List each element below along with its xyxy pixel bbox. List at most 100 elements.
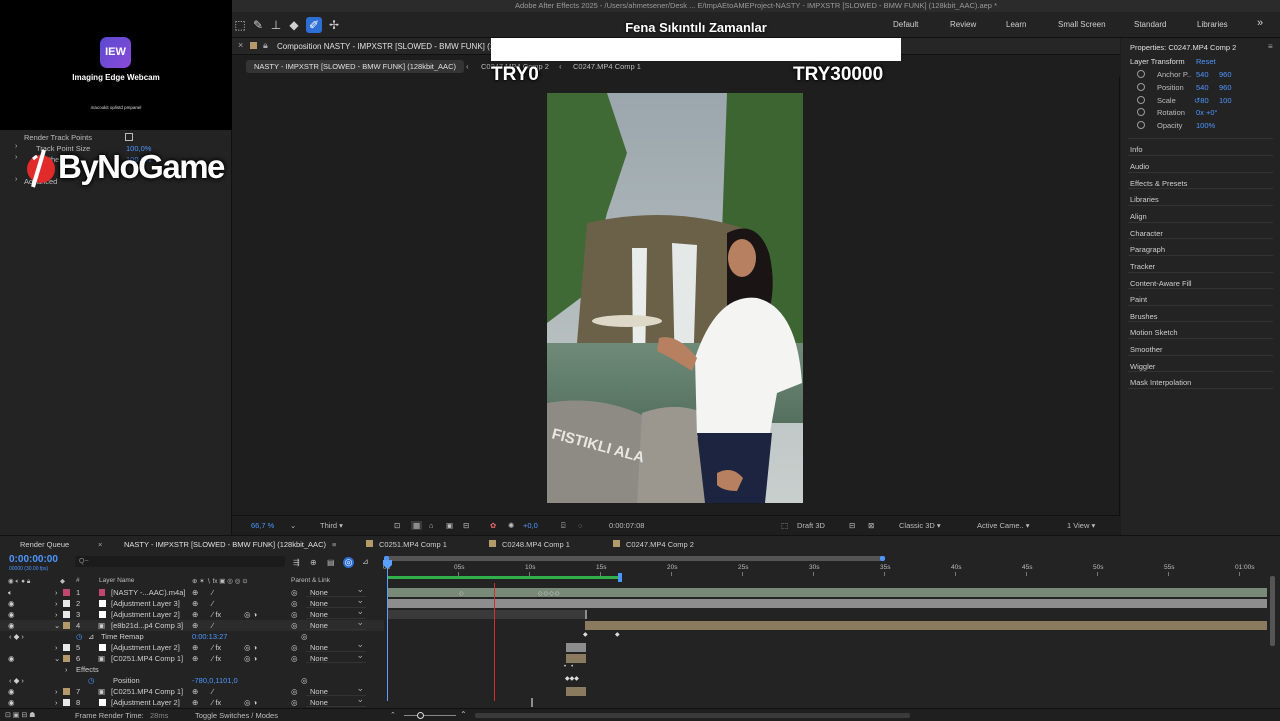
pickwhip-icon[interactable]: ◎ [291,621,298,630]
workspace-learn[interactable]: Learn [1006,20,1026,29]
draft-3d-icon[interactable]: ⬚ [781,521,788,530]
collapse-arrow-icon[interactable]: ⌄ [54,621,60,630]
more-workspaces-icon[interactable]: » [1257,17,1263,29]
composition-viewer-frame[interactable]: FISTIKLI ALA [547,93,803,503]
clone-stamp-icon[interactable]: ⊥ [268,17,284,33]
layer-row-6[interactable]: ◉ ⌄ 6 ▣ [C0251.MP4 Comp 1] ⊕ ∕ fx ◎ ◑ ◎ … [0,650,384,664]
label-color-swatch[interactable] [63,699,70,706]
zoom-slider-thumb[interactable] [417,712,424,719]
resolution-select[interactable]: Third [320,521,376,530]
visibility-eye-icon[interactable]: ◉ [8,654,15,663]
quality-switch-icon[interactable]: ∕ [212,588,213,597]
camera-select[interactable]: Active Came.. [977,521,1045,530]
layer-name[interactable]: [Adjustment Layer 2] [111,698,180,707]
3d-ground-icon[interactable]: ⊟ [849,521,855,530]
panel-menu-icon[interactable]: ≡ [1268,42,1273,51]
time-remap-value[interactable]: 0:00:13:27 [192,632,227,641]
pickwhip-icon[interactable]: ◎ [291,643,298,652]
label-color-swatch[interactable] [63,644,70,651]
visibility-eye-icon[interactable]: ◉ [8,698,15,707]
visibility-eye-icon[interactable]: ◉ [8,610,15,619]
layer-row-7[interactable]: ◉ › 7 ▣ [C0251.MP4 Comp 1] ⊕ ∕ ◎ None [0,683,384,697]
zoom-out-icon[interactable]: ⌃ [390,711,396,719]
time-remap-row[interactable]: ‹ ◆ › ◷ ⊿ Time Remap 0:00:13:27 ◎ [0,631,384,642]
layer-row-3[interactable]: ◉ › 3 [Adjustment Layer 2] ⊕ ∕ fx ◎ ◑ ◎ … [0,606,384,620]
layer-row-4[interactable]: ◉ ⌄ 4 ▣ [e8b21d...p4 Comp 3] ⊕ ∕ ◎ None [0,617,384,631]
panel-smoother[interactable]: Smoother [1130,345,1270,354]
expand-arrow-icon[interactable]: › [55,610,58,619]
reset-transform-button[interactable]: Reset [1196,57,1216,66]
eraser-tool-icon[interactable]: ◆ [286,17,302,33]
workspace-libraries[interactable]: Libraries [1197,20,1228,29]
draft-3d-toggle[interactable]: Draft 3D [797,521,825,530]
panel-wiggler[interactable]: Wiggler [1130,362,1270,371]
panel-content-aware-fill[interactable]: Content-Aware Fill [1130,279,1270,288]
pickwhip-icon[interactable]: ◎ [291,654,298,663]
layer-name[interactable]: [NASTY -...AAC).m4a] [111,588,185,597]
chevron-down-icon[interactable]: ⌄ [290,521,296,530]
effects-row[interactable]: › Effects [0,664,384,675]
zoom-select[interactable]: 66,7 % [251,521,274,530]
position-y-value[interactable]: 960 [1219,83,1232,92]
render-status-icons[interactable]: ⊡ ▣ ⊟ ☗ [5,711,35,719]
expand-arrow-icon[interactable]: › [55,643,58,652]
stopwatch-icon[interactable] [1137,96,1145,104]
layer-bar-comp-3[interactable] [585,621,1267,630]
expand-arrow-icon[interactable]: › [15,176,17,183]
mask-visibility-icon[interactable]: ⌂ [429,521,434,530]
layer-row-5[interactable]: › 5 [Adjustment Layer 2] ⊕ ∕ fx ◎ ◑ ◎ No… [0,639,384,653]
layer-row-1[interactable]: 🔈︎ › 1 [NASTY -...AAC).m4a] ⊕ ∕ ◎ None [0,584,384,598]
position-x-value[interactable]: 540 [1196,83,1209,92]
toggle-switches-modes[interactable]: Toggle Switches / Modes [195,711,278,720]
keyframe-nav-icon[interactable]: ‹ ◆ › [9,632,24,641]
position-value[interactable]: -780,0,1101,0 [192,676,238,685]
layer-bar-adjustment-2[interactable] [585,610,587,619]
shy-switch-icon[interactable]: ⊕ [192,698,198,707]
quality-switch-icon[interactable]: ∕ fx [212,610,221,619]
workspace-default[interactable]: Default [893,20,918,29]
color-channels-icon[interactable]: ✿ [490,521,496,530]
layer-bar-audio[interactable] [387,588,1267,597]
pickwhip-icon[interactable]: ◎ [291,588,298,597]
stopwatch-icon[interactable]: ◷ [88,676,95,685]
pickwhip-icon[interactable]: ◎ [291,610,298,619]
layer-bar-c0251[interactable] [566,654,586,663]
parent-select[interactable]: None [306,617,366,630]
zoom-in-icon[interactable]: ⌃ [460,710,467,719]
layer-bar-adjustment-2c[interactable] [531,698,533,707]
channel-icon[interactable]: ⊟ [463,521,469,530]
parent-select[interactable]: None [306,650,366,663]
keyframe-marker[interactable]: ◆◆◆ [565,675,579,682]
panel-character[interactable]: Character [1130,229,1270,238]
graph-icon[interactable]: ⊿ [88,632,94,641]
exposure-reset-icon[interactable]: ✺ [508,521,514,530]
collapse-arrow-icon[interactable]: ⌄ [54,654,60,663]
quality-switch-icon[interactable]: ∕ [212,621,213,630]
show-snapshot-icon[interactable]: ◌ [578,521,582,530]
keyframe-nav-icon[interactable]: ‹ ◆ › [9,676,24,685]
time-ruler[interactable]: 0s05s10s15s20s25s30s35s40s45s50s55s01:00… [0,536,1280,576]
label-color-swatch[interactable] [63,611,70,618]
panel-motion-sketch[interactable]: Motion Sketch [1130,328,1270,337]
panel-info[interactable]: Info [1130,145,1270,154]
layer-row-2[interactable]: ◉ › 2 [Adjustment Layer 3] ⊕ ∕ ◎ None [0,595,384,609]
shy-switch-icon[interactable]: ⊕ [192,643,198,652]
snapshot-icon[interactable]: ⌼ [561,521,566,531]
quality-switch-icon[interactable]: ∕ [212,687,213,696]
quality-switch-icon[interactable]: ∕ fx [212,698,221,707]
playhead-line[interactable] [387,561,388,701]
layer-bar-c0251b[interactable] [566,687,586,696]
adjustment-switch-icon[interactable]: ◎ ◑ [244,643,257,652]
layer-bar-adjustment-3[interactable] [387,599,1267,608]
label-color-swatch[interactable] [63,600,70,607]
breadcrumb-comp-1[interactable]: C0247.MP4 Comp 1 [565,60,649,73]
workspace-review[interactable]: Review [950,20,976,29]
exposure-value[interactable]: +0,0 [523,521,538,530]
shy-switch-icon[interactable]: ⊕ [192,654,198,663]
stopwatch-icon[interactable] [1137,108,1145,116]
label-color-swatch[interactable] [63,589,70,596]
layer-bar-adjustment-2b[interactable] [566,643,586,652]
transparency-grid-icon[interactable]: ▦ [411,521,423,530]
close-icon[interactable]: × [238,40,243,50]
panel-mask-interpolation[interactable]: Mask Interpolation [1130,378,1270,387]
